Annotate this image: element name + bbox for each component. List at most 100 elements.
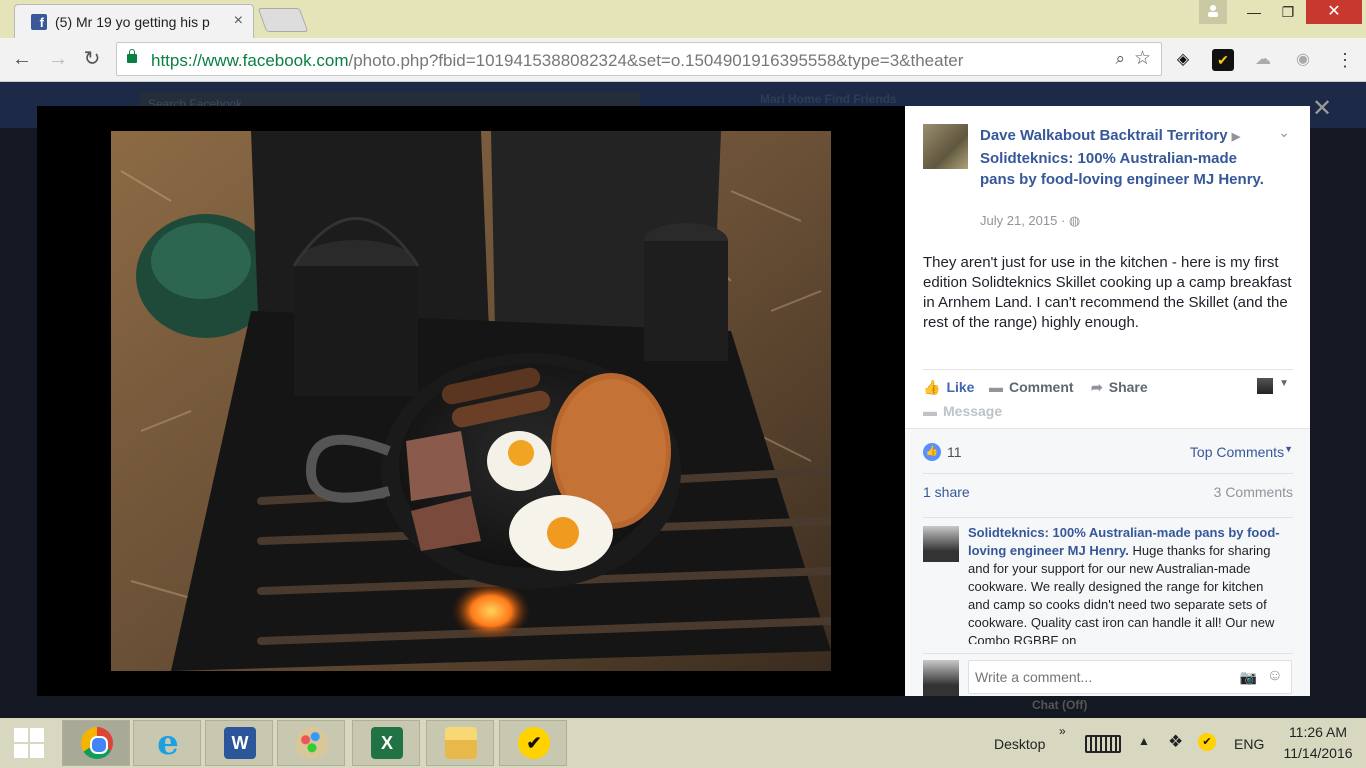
chrome-menu-icon[interactable]: ⋮: [1334, 49, 1356, 71]
folder-icon: [445, 727, 477, 759]
comment-item: Solidteknics: 100% Australian-made pans …: [923, 517, 1293, 644]
search-icon[interactable]: ⌕: [1115, 49, 1125, 69]
windows-logo-pane: [30, 744, 44, 758]
post-options-chevron-icon[interactable]: ⌄: [1278, 124, 1290, 141]
like-label: Like: [946, 379, 975, 395]
post-actions: 👍 Like ▬ Comment ➦ Share ▬ Message ▼: [923, 369, 1293, 419]
commenter-avatar[interactable]: [923, 526, 959, 562]
taskbar-word[interactable]: W: [205, 720, 273, 766]
layers-extension-icon[interactable]: ◈: [1172, 49, 1194, 71]
actor-dropdown-icon[interactable]: ▼: [1279, 378, 1289, 389]
browser-titlebar: f (5) Mr 19 yo getting his p × — ❐ ✕: [0, 0, 1366, 38]
cloud-extension-icon[interactable]: ☁: [1252, 49, 1274, 71]
shield-extension-icon[interactable]: ◉: [1292, 49, 1314, 71]
lock-icon: [127, 49, 137, 63]
theater-close-icon[interactable]: ✕: [1312, 94, 1332, 123]
tagged-page-link[interactable]: Solidteknics: 100% Australian-made pans …: [980, 150, 1264, 188]
user-icon: [1208, 5, 1218, 17]
post-date[interactable]: July 21, 2015 · ◍: [980, 213, 1080, 229]
globe-icon: ◍: [1068, 213, 1081, 228]
tab-close-icon[interactable]: ×: [234, 12, 243, 30]
feedback-panel: 👍 11 Top Comments▼ 1 share 3 Comments So…: [905, 428, 1310, 696]
message-icon: ▬: [923, 403, 937, 419]
camera-icon[interactable]: 📷: [1240, 669, 1257, 686]
browser-toolbar: ← → ↻ https://www.facebook.com/photo.php…: [0, 38, 1366, 82]
taskbar-norton[interactable]: ✔: [499, 720, 567, 766]
new-tab-button[interactable]: [257, 8, 309, 32]
message-button[interactable]: ▬ Message: [923, 403, 1002, 419]
bookmark-star-icon[interactable]: ☆: [1134, 47, 1151, 70]
post-date-text[interactable]: July 21, 2015: [980, 213, 1057, 228]
comment-icon: ▬: [989, 379, 1003, 395]
message-label: Message: [943, 403, 1003, 419]
photo-stage: [37, 106, 905, 696]
top-comments-label: Top Comments: [1189, 444, 1285, 460]
reload-button[interactable]: ↻: [80, 47, 104, 71]
taskbar-file-explorer[interactable]: [426, 720, 494, 766]
photo-image: [111, 131, 831, 671]
clock-date[interactable]: 11/14/2016: [1276, 745, 1360, 761]
share-button[interactable]: ➦ Share: [1091, 379, 1148, 396]
browser-tab[interactable]: f (5) Mr 19 yo getting his p ×: [14, 4, 254, 38]
thumbs-up-icon: 👍: [923, 379, 941, 395]
language-indicator[interactable]: ENG: [1234, 736, 1264, 752]
dropdown-caret-icon: ▼: [1284, 444, 1293, 454]
window-minimize-button[interactable]: —: [1238, 0, 1270, 24]
share-label: Share: [1108, 379, 1148, 395]
facebook-favicon-icon: f: [31, 14, 47, 30]
like-count[interactable]: 11: [947, 444, 962, 460]
norton-extension-icon[interactable]: ✔: [1212, 49, 1234, 71]
profile-button[interactable]: [1199, 0, 1227, 24]
campfire-breakfast-photo[interactable]: [111, 131, 831, 671]
share-row: 1 share 3 Comments: [923, 473, 1293, 509]
windows-taskbar: e W X ✔ Desktop » ▲ ❖ ✔ ENG 11:26 AM 11/…: [0, 718, 1366, 768]
chat-status[interactable]: Chat (Off): [1032, 698, 1087, 712]
paint-palette-icon: [296, 727, 328, 759]
taskbar-paint[interactable]: [277, 720, 345, 766]
tray-expand-icon[interactable]: ▲: [1138, 734, 1150, 748]
taskbar-internet-explorer[interactable]: e: [133, 720, 201, 766]
like-button[interactable]: 👍 Like: [923, 379, 974, 396]
comment-count[interactable]: 3 Comments: [1214, 484, 1293, 500]
internet-explorer-icon: e: [157, 723, 179, 763]
taskbar-chrome[interactable]: [62, 720, 130, 766]
tag-arrow-icon: ▶: [1231, 131, 1241, 143]
likes-row: 👍 11 Top Comments▼: [923, 441, 1293, 467]
comment-button[interactable]: ▬ Comment: [989, 379, 1074, 395]
back-button[interactable]: ←: [10, 47, 34, 71]
desktop-chevron-icon[interactable]: »: [1059, 724, 1066, 738]
address-bar[interactable]: https://www.facebook.com/photo.php?fbid=…: [116, 42, 1162, 76]
windows-logo-pane: [30, 728, 44, 742]
windows-logo-pane: [14, 744, 28, 758]
viewer-avatar: [923, 660, 959, 696]
taskbar-excel[interactable]: X: [352, 720, 420, 766]
window-close-button[interactable]: ✕: [1306, 0, 1362, 24]
window-maximize-button[interactable]: ❐: [1272, 0, 1304, 24]
like-reaction-icon: 👍: [923, 443, 941, 461]
post-text: They aren't just for use in the kitchen …: [923, 254, 1292, 331]
norton-tray-icon[interactable]: ✔: [1198, 733, 1216, 751]
dropbox-icon[interactable]: ❖: [1168, 732, 1183, 752]
share-icon: ➦: [1091, 379, 1103, 395]
emoji-icon[interactable]: ☺: [1267, 667, 1283, 685]
share-count-link[interactable]: 1 share: [923, 484, 970, 500]
comment-label: Comment: [1009, 379, 1074, 395]
forward-button[interactable]: →: [46, 47, 70, 71]
clock-time[interactable]: 11:26 AM: [1276, 724, 1360, 740]
poster-avatar[interactable]: [923, 124, 968, 169]
norton-check-icon: ✔: [518, 727, 550, 759]
url-text[interactable]: https://www.facebook.com/photo.php?fbid=…: [151, 51, 963, 71]
top-comments-dropdown[interactable]: Top Comments▼: [1190, 444, 1293, 460]
comment-body: Solidteknics: 100% Australian-made pans …: [968, 524, 1288, 644]
desktop-toolbar-label[interactable]: Desktop: [994, 736, 1045, 752]
tab-title: (5) Mr 19 yo getting his p: [55, 14, 210, 30]
post-author-link[interactable]: Dave Walkabout Backtrail Territory: [980, 127, 1228, 144]
actor-avatar[interactable]: [1257, 378, 1273, 394]
facebook-nav: Mari Home Find Friends: [760, 92, 897, 106]
start-button[interactable]: [0, 718, 60, 768]
touch-keyboard-icon[interactable]: [1085, 735, 1121, 753]
url-path: /photo.php?fbid=1019415388082324&set=o.1…: [348, 51, 964, 70]
chrome-icon: [81, 727, 113, 759]
url-host: https://www.facebook.com: [151, 51, 349, 70]
word-icon: W: [224, 727, 256, 759]
